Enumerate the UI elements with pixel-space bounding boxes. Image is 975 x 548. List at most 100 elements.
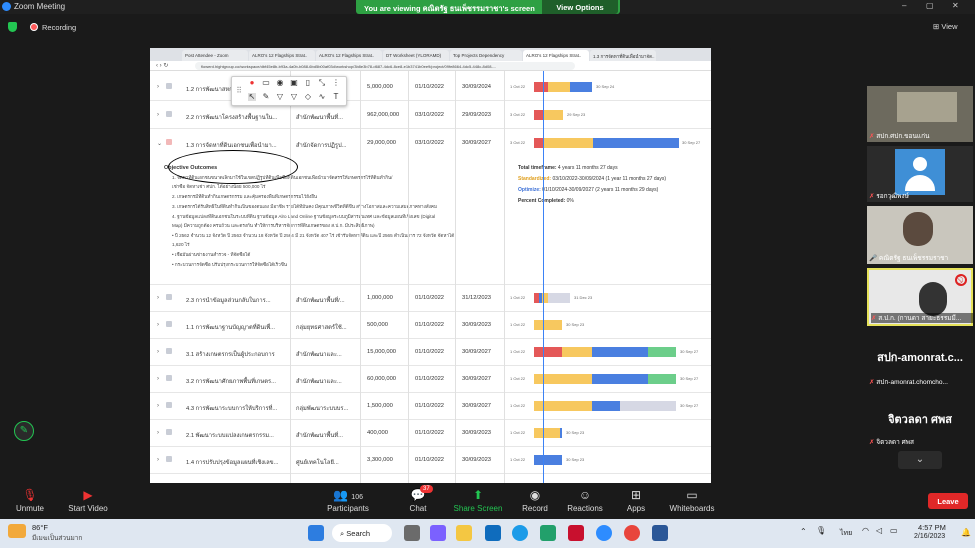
file-explorer-icon[interactable]: [456, 525, 472, 541]
gantt-end-label: 30 Sep 23: [566, 322, 585, 327]
browser-tabstrip: Post Attendee - Zoom ALRO's 12 Flagships…: [150, 48, 711, 61]
chevron-right-icon[interactable]: ›: [157, 84, 159, 90]
app-icon[interactable]: [540, 525, 556, 541]
collapse-icon[interactable]: ⤡: [318, 79, 326, 87]
language-indicator[interactable]: ไทย: [840, 528, 852, 539]
marker-icon[interactable]: ▽: [290, 93, 298, 101]
table-row[interactable]: › 2.2 การพัฒนาโครงสร้างพื้นฐานใน... สำนั…: [150, 102, 711, 129]
participant-tile[interactable]: จิตวลดา ศพส ✗ จิตวลดา ศพส: [867, 392, 973, 448]
table-row[interactable]: › 3.1 สร้างเกษตรกรเป็นผู้ประกอบการ สำนัก…: [150, 339, 711, 366]
volume-icon[interactable]: ◁: [876, 526, 882, 535]
gantt-bar-green: [648, 347, 676, 357]
taskbar-search[interactable]: ⌕ Search: [332, 524, 392, 542]
eye-icon[interactable]: ◉: [276, 79, 284, 87]
chevron-right-icon[interactable]: ›: [157, 430, 159, 436]
pen-icon[interactable]: ✎: [262, 93, 270, 101]
share-screen-button[interactable]: ⬆ Share Screen: [448, 483, 508, 513]
table-row[interactable]: › 4.3 การพัฒนาระบบการให้บริการที่... กลุ…: [150, 393, 711, 420]
browser-tab[interactable]: ALRO's 12 Flagships Strat..: [316, 50, 382, 61]
chevron-right-icon[interactable]: ›: [157, 376, 159, 382]
maximize-button[interactable]: ▢: [926, 1, 934, 10]
participant-video-tile[interactable]: 🎤 คณิตรัฐ ธนเพ็ชรรมราชา: [867, 206, 973, 264]
scroll-down-chevron-icon[interactable]: ⌄: [898, 451, 942, 469]
whiteboards-button[interactable]: ▭ Whiteboards: [662, 483, 722, 513]
wifi-icon[interactable]: ◠: [862, 526, 869, 535]
participants-button[interactable]: 👥 106 Participants: [318, 483, 378, 513]
mic-tray-icon[interactable]: 🎙: [816, 526, 826, 535]
browser-tab[interactable]: Top Projects Dependency: [450, 50, 522, 61]
participant-video-tile[interactable]: ✗ สปก.ศปก.ขอนแก่น: [867, 86, 973, 142]
participant-video-tile-active[interactable]: ⃠ ✗ ส.ป.ก. (กานดา สายะธรรมมี...: [867, 268, 973, 326]
browser-tab[interactable]: DT Worksheet (YLORAMD): [383, 50, 449, 61]
participant-video-tile[interactable]: ✗ รอกวุฒิพงษ์: [867, 146, 973, 202]
browser-tab[interactable]: 1.3 การจัดหาที่ดินเพื่อนำมาจัด..: [590, 50, 656, 61]
save-icon[interactable]: ▣: [290, 79, 298, 87]
shared-screen[interactable]: Post Attendee - Zoom ALRO's 12 Flagships…: [150, 48, 711, 483]
chevron-right-icon[interactable]: ›: [157, 403, 159, 409]
task-start: 01/10/2022: [415, 322, 445, 328]
table-row[interactable]: › 3.2 การพัฒนาศักยภาพพื้นที่เกษตร... สำน…: [150, 366, 711, 393]
task-budget: 15,000,000: [367, 349, 397, 355]
cursor-icon[interactable]: ↖: [248, 93, 256, 101]
browser-tab[interactable]: Post Attendee - Zoom: [182, 50, 248, 61]
leave-button[interactable]: Leave: [928, 493, 968, 509]
table-row[interactable]: › 2.3 การนำข้อมูลส่วนกลับในการ... สำนักพ…: [150, 285, 711, 312]
table-row[interactable]: › 2.1 พัฒนาระบบแปลงเกษตรกรรม... สำนักพัฒ…: [150, 420, 711, 447]
objective-item: 2. เกษตรกรมีที่ดินทำกินเกษตรกรรม และคุ้ม…: [172, 194, 318, 199]
table-row[interactable]: › 1.4 การปรับปรุงข้อมูลแผนที่เชิงเลข... …: [150, 447, 711, 474]
participant-tile[interactable]: สปก-amonrat.c... ✗ สปก-amonrat.chomcho..…: [867, 330, 973, 388]
notification-icon[interactable]: 🔔: [961, 528, 971, 537]
word-icon[interactable]: [652, 525, 668, 541]
gantt-start-label: 1 Oct 22: [510, 403, 526, 408]
task-icon: [166, 429, 172, 435]
drag-handle-icon[interactable]: ⠿: [235, 87, 243, 95]
tray-chevron-icon[interactable]: ⌃: [800, 527, 807, 536]
start-icon[interactable]: [308, 525, 324, 541]
chevron-right-icon[interactable]: ›: [157, 349, 159, 355]
apps-button[interactable]: ⊞ Apps: [606, 483, 666, 513]
zoom-app-icon[interactable]: [596, 525, 612, 541]
chrome-icon[interactable]: [624, 525, 640, 541]
view-options-button[interactable]: View Options: [542, 0, 618, 14]
task-view-icon[interactable]: [404, 525, 420, 541]
text-icon[interactable]: T: [332, 93, 340, 101]
task-name: 3.1 สร้างเกษตรกรเป็นผู้ประกอบการ: [186, 352, 275, 358]
gantt-bar-yellow: [534, 320, 562, 330]
chevron-right-icon[interactable]: ›: [157, 322, 159, 328]
teams-icon[interactable]: [430, 525, 446, 541]
camera-icon[interactable]: ▭: [262, 79, 270, 87]
shape-icon[interactable]: ∿: [318, 93, 326, 101]
chevron-right-icon[interactable]: ›: [157, 295, 159, 301]
trash-icon[interactable]: ▯: [304, 79, 312, 87]
task-end: 30/09/2027: [462, 140, 492, 146]
weather-icon[interactable]: [8, 524, 26, 538]
unmute-button[interactable]: 🎙 Unmute: [0, 483, 60, 513]
nav-arrows-icon[interactable]: ‹ › ↻: [156, 62, 168, 69]
highlighter-icon[interactable]: ▽: [276, 93, 284, 101]
column-divider: [504, 71, 505, 483]
record-icon[interactable]: ●: [248, 79, 256, 87]
url-field[interactable]: flowerd.hightgroup.co/workspace/dbf45e8b…: [195, 62, 575, 70]
chevron-down-icon[interactable]: ⌄: [157, 140, 162, 147]
close-button[interactable]: ✕: [952, 1, 959, 10]
chat-button[interactable]: 💬 Chat 37: [388, 483, 448, 513]
minimize-button[interactable]: –: [902, 1, 906, 10]
browser-tab-active[interactable]: ALRO's 12 Flagships Strat..: [523, 50, 589, 61]
eraser-icon[interactable]: ◇: [304, 93, 312, 101]
edge-icon[interactable]: [512, 525, 528, 541]
mail-icon[interactable]: [485, 525, 501, 541]
task-icon: [166, 139, 172, 145]
gantt-bar-blue: [593, 138, 679, 148]
chevron-right-icon[interactable]: ›: [157, 112, 159, 118]
chevron-right-icon[interactable]: ›: [157, 457, 159, 463]
annotate-pencil-icon[interactable]: ✎: [14, 421, 34, 441]
more-icon[interactable]: ⋮: [332, 79, 340, 87]
start-video-button[interactable]: ▶ Start Video: [58, 483, 118, 513]
view-button[interactable]: ⊞ View: [933, 22, 958, 31]
mcafee-icon[interactable]: [568, 525, 584, 541]
task-name: 1.1 การพัฒนาฐานบัญญาตที่ดินเพื่...: [186, 325, 275, 331]
browser-tab[interactable]: ALRO's 12 Flagships Strat..: [249, 50, 315, 61]
table-row[interactable]: › 1.1 การพัฒนาฐานบัญญาตที่ดินเพื่... กลุ…: [150, 312, 711, 339]
security-shield-icon[interactable]: [8, 22, 17, 32]
battery-icon[interactable]: ▭: [890, 526, 898, 535]
